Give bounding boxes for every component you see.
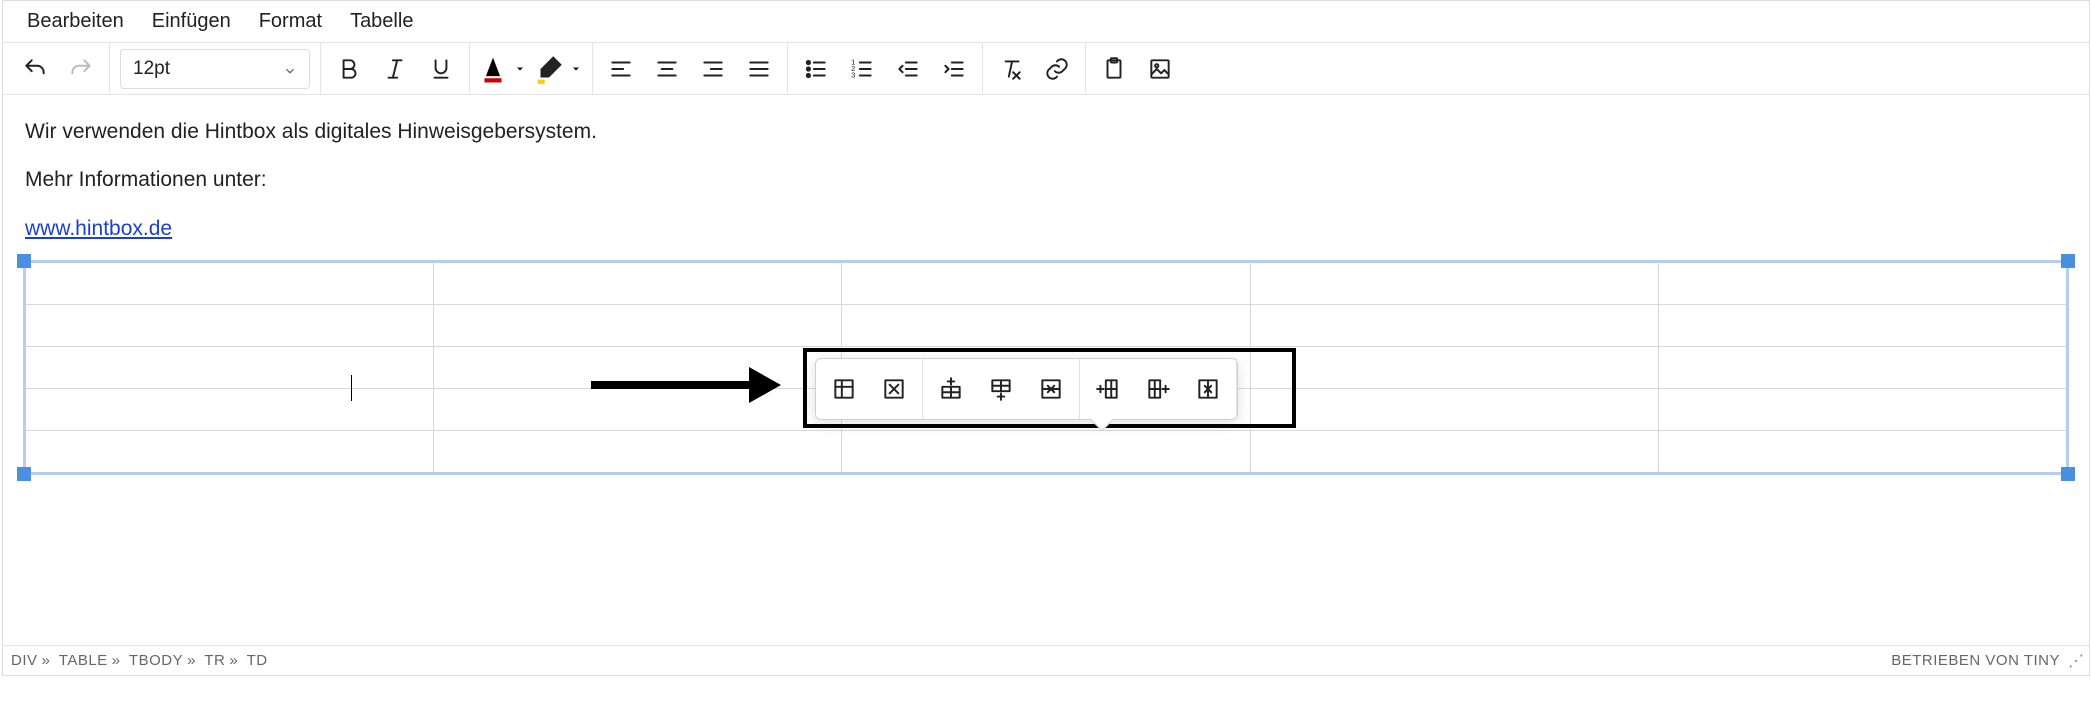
align-left-button[interactable] [599,47,643,91]
numbered-list-button[interactable]: 123 [840,47,884,91]
path-segment[interactable]: TABLE [59,652,108,669]
clear-formatting-button[interactable] [989,47,1033,91]
redo-button[interactable] [59,47,103,91]
svg-text:3: 3 [851,70,855,79]
resize-handle-icon[interactable] [2061,254,2075,268]
path-segment[interactable]: TD [247,652,268,669]
resize-handle-icon[interactable] [17,254,31,268]
editor-container: Bearbeiten Einfügen Format Tabelle 12pt [2,0,2090,676]
paste-button[interactable] [1092,47,1136,91]
element-path[interactable]: DIV» TABLE» TBODY» TR» TD [11,652,268,669]
path-segment[interactable]: TR [204,652,225,669]
table-delete-button[interactable] [870,365,918,413]
statusbar: DIV» TABLE» TBODY» TR» TD BETRIEBEN VON … [3,645,2089,675]
toolbar: 12pt 123 [3,43,2089,95]
row-insert-before-button[interactable] [927,365,975,413]
underline-button[interactable] [419,47,463,91]
link-button[interactable] [1035,47,1079,91]
table-properties-button[interactable] [820,365,868,413]
history-group [7,43,110,94]
resize-handle-icon[interactable] [17,467,31,481]
path-segment[interactable]: DIV [11,652,38,669]
annotation-arrow-icon [591,377,781,391]
italic-button[interactable] [373,47,417,91]
editor-content[interactable]: Wir verwenden die Hintbox als digitales … [3,95,2089,645]
col-delete-button[interactable] [1184,365,1232,413]
list-group: 123 [788,43,983,94]
fontsize-group: 12pt [110,43,321,94]
col-insert-before-button[interactable] [1084,365,1132,413]
paragraph[interactable]: Wir verwenden die Hintbox als digitales … [25,117,2067,147]
align-right-button[interactable] [691,47,735,91]
menu-format[interactable]: Format [245,2,336,41]
chevron-down-icon [283,62,297,76]
path-segment[interactable]: TBODY [129,652,183,669]
bold-button[interactable] [327,47,371,91]
text-color-button[interactable] [476,47,530,91]
text-caret [351,375,352,401]
textstyle-group [321,43,470,94]
outdent-button[interactable] [886,47,930,91]
resize-handle-icon[interactable] [2061,467,2075,481]
highlight-color-button[interactable] [532,47,586,91]
row-delete-button[interactable] [1027,365,1075,413]
menu-table[interactable]: Tabelle [336,2,427,41]
menubar: Bearbeiten Einfügen Format Tabelle [3,1,2089,43]
row-insert-after-button[interactable] [977,365,1025,413]
branding-label[interactable]: BETRIEBEN VON TINY [1891,652,2060,669]
align-center-button[interactable] [645,47,689,91]
align-group [593,43,788,94]
path-sep: » [225,652,242,669]
color-group [470,43,593,94]
undo-button[interactable] [13,47,57,91]
misc-group [983,43,1086,94]
content-link[interactable]: www.hintbox.de [25,217,172,240]
table-context-toolbar [815,358,1238,420]
menu-edit[interactable]: Bearbeiten [13,2,138,41]
path-sep: » [108,652,125,669]
fontsize-select[interactable]: 12pt [120,49,310,89]
fontsize-value: 12pt [133,58,170,80]
bullet-list-button[interactable] [794,47,838,91]
insert-group [1086,43,1188,94]
path-sep: » [38,652,55,669]
paragraph[interactable]: Mehr Informationen unter: [25,165,2067,195]
align-justify-button[interactable] [737,47,781,91]
indent-button[interactable] [932,47,976,91]
image-button[interactable] [1138,47,1182,91]
resize-grip-icon[interactable]: ⋰ [2068,651,2081,671]
path-sep: » [183,652,200,669]
col-insert-after-button[interactable] [1134,365,1182,413]
menu-insert[interactable]: Einfügen [138,2,245,41]
